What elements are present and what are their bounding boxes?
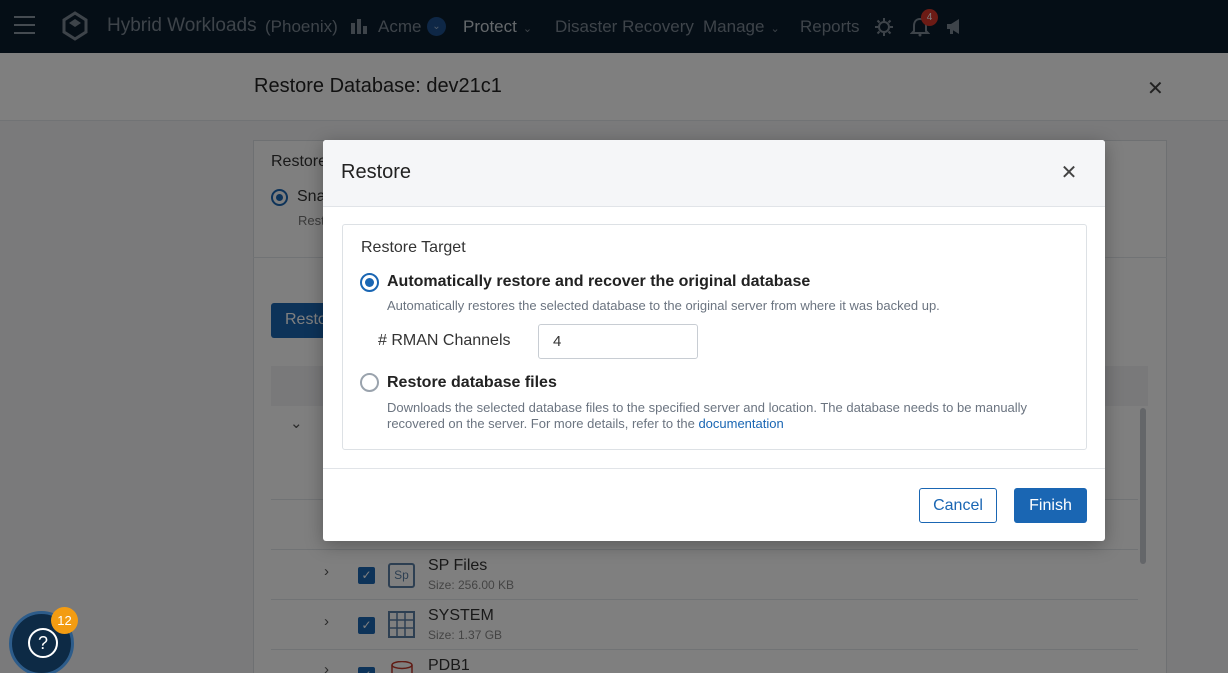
restore-target-group: Restore Target Automatically restore and…	[342, 224, 1087, 450]
restore-files-title: Restore database files	[387, 374, 557, 391]
help-question-icon: ?	[28, 628, 58, 658]
rman-channels-label: # RMAN Channels	[378, 332, 511, 349]
auto-restore-title: Automatically restore and recover the or…	[387, 273, 811, 290]
help-badge: 12	[51, 607, 78, 634]
cancel-button[interactable]: Cancel	[919, 488, 997, 523]
rman-channels-input[interactable]	[538, 324, 698, 359]
finish-button[interactable]: Finish	[1014, 488, 1087, 523]
restore-files-radio[interactable]	[360, 373, 379, 392]
restore-target-label: Restore Target	[361, 239, 466, 256]
close-icon[interactable]: ✕	[1059, 160, 1079, 184]
auto-restore-desc: Automatically restores the selected data…	[387, 298, 940, 313]
auto-restore-radio[interactable]	[360, 273, 379, 292]
modal-title: Restore	[341, 161, 412, 183]
restore-modal: Restore ✕ Restore Target Automatically r…	[323, 140, 1105, 541]
modal-header: Restore ✕	[323, 140, 1105, 207]
documentation-link[interactable]: documentation	[698, 416, 783, 431]
restore-files-desc: Downloads the selected database files to…	[387, 400, 1047, 432]
footer-divider	[323, 468, 1105, 469]
